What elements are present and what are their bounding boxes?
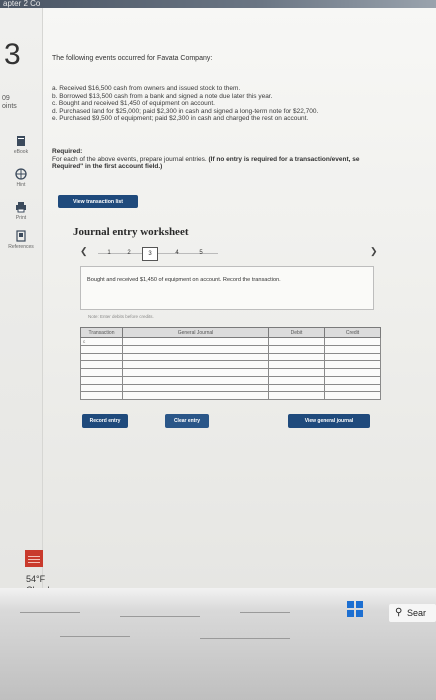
clear-entry-button[interactable]: Clear entry — [165, 414, 209, 428]
col-credit: Credit — [324, 327, 381, 338]
worksheet-pager: ❮ 1 2 3 4 5 ❯ — [80, 246, 380, 261]
debit-input[interactable] — [268, 391, 325, 400]
printer-icon — [16, 202, 26, 213]
page-2[interactable]: 2 — [122, 247, 136, 259]
credit-input[interactable] — [324, 344, 381, 354]
journal-header-row: Transaction General Journal Debit Credit — [80, 327, 381, 338]
credit-input[interactable] — [324, 383, 381, 393]
table-row — [80, 344, 381, 354]
account-input[interactable] — [122, 360, 269, 369]
print-label: Print — [15, 215, 27, 221]
account-input[interactable] — [122, 337, 269, 346]
credit-input[interactable] — [324, 352, 381, 362]
account-input[interactable] — [122, 352, 269, 362]
event-a: a. Received $16,500 cash from owners and… — [52, 85, 241, 92]
windows-start-icon[interactable] — [347, 601, 363, 617]
required-text: For each of the above events, prepare jo… — [52, 155, 207, 163]
page-5[interactable]: 5 — [194, 247, 208, 259]
event-b: b. Borrowed $13,500 cash from a bank and… — [52, 92, 273, 100]
page-3[interactable]: 3 — [142, 247, 158, 261]
page-1[interactable]: 1 — [102, 247, 116, 259]
references-icon — [16, 230, 26, 242]
account-input[interactable] — [122, 344, 269, 354]
account-input[interactable] — [122, 368, 269, 377]
view-transaction-list-button[interactable]: View transaction list — [58, 195, 138, 208]
table-row: c — [80, 337, 381, 346]
hint-label: Hint — [16, 182, 26, 188]
question-number: 3 — [4, 38, 21, 71]
transaction-prompt: Bought and received $1,450 of equipment … — [87, 277, 281, 283]
account-input[interactable] — [122, 383, 269, 393]
points-value: 09 — [2, 95, 10, 102]
worksheet-title: Journal entry worksheet — [73, 226, 189, 238]
table-row — [80, 352, 381, 362]
required-label: Required: — [52, 148, 83, 155]
points-info: 09 oints — [2, 95, 17, 111]
references-label: References — [8, 244, 34, 250]
browser-tab-strip[interactable]: apter 2 Co — [0, 0, 436, 8]
debits-note: Note: Enter debits before credits. — [88, 314, 154, 319]
col-general-journal: General Journal — [122, 327, 269, 338]
account-input[interactable] — [122, 375, 269, 385]
event-list: a. Received $16,500 cash from owners and… — [52, 85, 318, 123]
debit-input[interactable] — [268, 360, 325, 369]
left-rail: 3 09 oints eBook Hint Print References — [0, 8, 43, 588]
event-d: d. Purchased land for $25,000; paid $2,3… — [52, 107, 319, 115]
question-intro: The following events occurred for Favata… — [52, 55, 213, 62]
globe-icon — [15, 168, 27, 180]
search-label: Sear — [407, 608, 427, 618]
weather-temp: 54°F — [26, 574, 46, 584]
search-icon: ⚲ — [395, 607, 403, 618]
required-instruction-2: Required" in the first account field.) — [52, 163, 163, 171]
transaction-prompt-box: Bought and received $1,450 of equipment … — [80, 266, 374, 310]
debit-input[interactable] — [268, 368, 325, 377]
taskbar — [0, 588, 436, 700]
points-label: oints — [2, 103, 17, 110]
table-row — [80, 375, 381, 385]
view-general-journal-button[interactable]: View general journal — [288, 414, 370, 428]
ebook-label: eBook — [13, 149, 29, 155]
credit-input[interactable] — [324, 368, 381, 377]
page-4[interactable]: 4 — [170, 247, 184, 259]
references-button[interactable]: References — [4, 230, 38, 250]
prev-arrow-icon[interactable]: ❮ — [80, 246, 88, 257]
credit-input[interactable] — [324, 375, 381, 385]
print-button[interactable]: Print — [4, 201, 38, 221]
table-row — [80, 360, 381, 369]
debit-input[interactable] — [268, 383, 325, 393]
table-row — [80, 383, 381, 393]
event-e: e. Purchased $9,500 of equipment; paid $… — [52, 115, 309, 123]
credit-input[interactable] — [324, 391, 381, 400]
ebook-button[interactable]: eBook — [4, 135, 38, 155]
col-debit: Debit — [268, 327, 325, 338]
next-arrow-icon[interactable]: ❯ — [370, 246, 378, 257]
record-entry-button[interactable]: Record entry — [82, 414, 128, 428]
credit-input[interactable] — [324, 360, 381, 369]
browser-tab-title[interactable]: apter 2 Co — [3, 0, 40, 8]
debit-input[interactable] — [268, 337, 325, 346]
hint-button[interactable]: Hint — [4, 168, 38, 188]
debit-input[interactable] — [268, 375, 325, 385]
required-instruction: (If no entry is required for a transacti… — [208, 155, 360, 163]
table-row — [80, 391, 381, 400]
col-transaction: Transaction — [80, 327, 123, 338]
credit-input[interactable] — [324, 337, 381, 346]
app-icon[interactable] — [25, 550, 43, 567]
book-icon — [17, 136, 25, 146]
journal-table: Transaction General Journal Debit Credit… — [80, 327, 381, 400]
debit-input[interactable] — [268, 352, 325, 362]
taskbar-search[interactable]: ⚲ Sear — [389, 604, 436, 622]
table-row — [80, 368, 381, 377]
required-block: Required: For each of the above events, … — [52, 148, 436, 171]
account-input[interactable] — [122, 391, 269, 400]
event-c: c. Bought and received $1,450 of equipme… — [52, 100, 215, 108]
debit-input[interactable] — [268, 344, 325, 354]
transaction-cell: c — [80, 337, 123, 346]
